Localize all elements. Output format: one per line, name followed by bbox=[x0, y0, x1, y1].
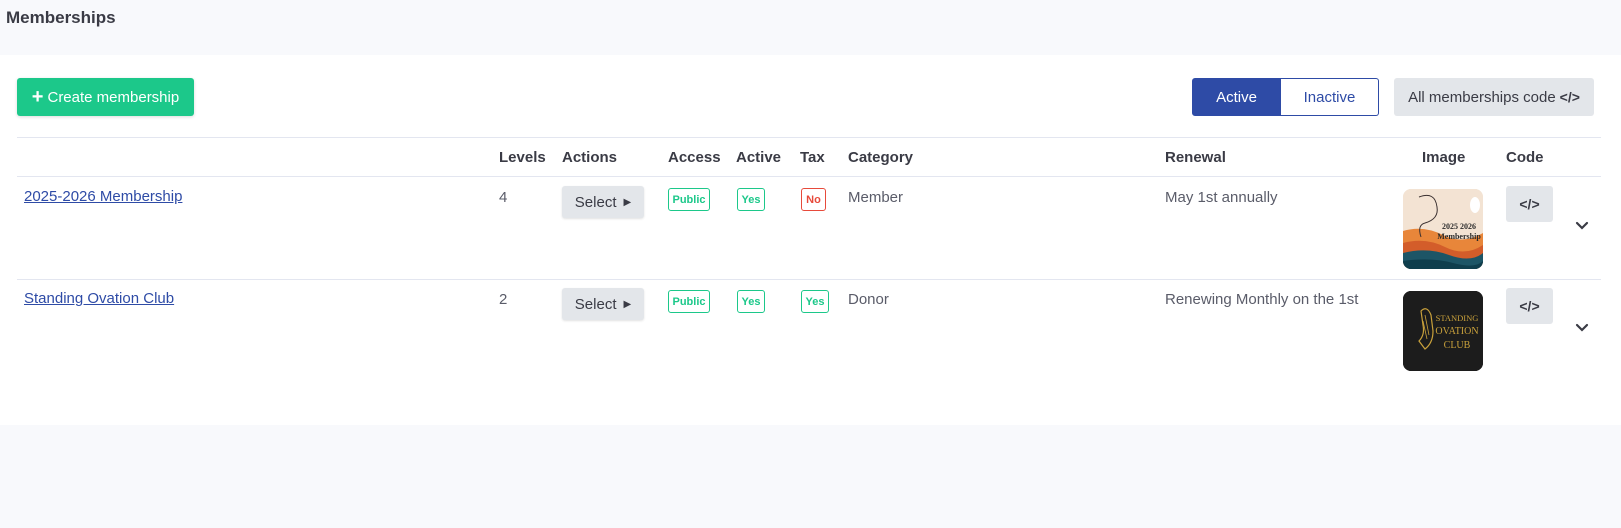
chevron-down-icon[interactable] bbox=[1574, 320, 1590, 336]
thumbnail-line-2: OVATION bbox=[1435, 326, 1478, 337]
membership-name-link[interactable]: Standing Ovation Club bbox=[24, 290, 174, 307]
levels-count: 2 bbox=[499, 291, 508, 308]
all-memberships-code-label: All memberships code bbox=[1408, 88, 1556, 106]
select-label: Select bbox=[574, 193, 617, 211]
thumbnail-line-2: Membership bbox=[1437, 232, 1481, 241]
select-actions-button[interactable]: Select ▶ bbox=[562, 186, 644, 218]
thumbnail-line-3: CLUB bbox=[1444, 340, 1471, 351]
membership-thumbnail: 2025 2026 Membership bbox=[1403, 189, 1483, 269]
thumbnail-line-1: 2025 2026 bbox=[1442, 222, 1476, 231]
caret-right-icon: ▶ bbox=[623, 196, 632, 208]
category-text: Donor bbox=[848, 291, 889, 308]
header-image: Image bbox=[1422, 149, 1466, 166]
access-badge: Public bbox=[668, 188, 710, 211]
active-badge: Yes bbox=[737, 290, 765, 313]
membership-thumbnail: STANDING OVATION CLUB bbox=[1403, 291, 1483, 371]
active-badge: Yes bbox=[737, 188, 765, 211]
tax-badge: No bbox=[801, 188, 826, 211]
status-filter-toggle: Active Inactive bbox=[1192, 78, 1379, 116]
filter-inactive-button[interactable]: Inactive bbox=[1281, 78, 1379, 116]
embed-code-button[interactable]: </> bbox=[1506, 288, 1553, 324]
code-icon: </> bbox=[1519, 196, 1540, 212]
caret-right-icon: ▶ bbox=[623, 298, 632, 310]
plus-icon: + bbox=[31, 86, 44, 108]
membership-name-link[interactable]: 2025-2026 Membership bbox=[24, 188, 182, 205]
membership-artwork: STANDING OVATION CLUB bbox=[1403, 291, 1483, 371]
create-membership-label: Create membership bbox=[47, 88, 180, 106]
renewal-text: Renewing Monthly on the 1st bbox=[1165, 291, 1359, 308]
header-active[interactable]: Active bbox=[736, 149, 781, 166]
code-icon: </> bbox=[1519, 298, 1540, 314]
table-row-divider bbox=[17, 279, 1601, 280]
code-icon: </> bbox=[1559, 89, 1580, 105]
filter-active-button[interactable]: Active bbox=[1192, 78, 1281, 116]
thumbnail-line-1: STANDING bbox=[1436, 313, 1479, 323]
header-code: Code bbox=[1506, 149, 1544, 166]
embed-code-button[interactable]: </> bbox=[1506, 186, 1553, 222]
select-actions-button[interactable]: Select ▶ bbox=[562, 288, 644, 320]
levels-count: 4 bbox=[499, 189, 508, 206]
category-text: Member bbox=[848, 189, 904, 206]
header-category[interactable]: Category bbox=[848, 149, 913, 166]
header-renewal[interactable]: Renewal bbox=[1165, 149, 1226, 166]
header-actions[interactable]: Actions bbox=[562, 149, 617, 166]
renewal-text: May 1st annually bbox=[1165, 189, 1278, 206]
table-top-divider bbox=[17, 137, 1601, 138]
chevron-down-icon[interactable] bbox=[1574, 218, 1590, 234]
page-title: Memberships bbox=[6, 8, 116, 27]
select-label: Select bbox=[574, 295, 617, 313]
tax-badge: Yes bbox=[801, 290, 829, 313]
create-membership-button[interactable]: + Create membership bbox=[17, 78, 194, 116]
access-badge: Public bbox=[668, 290, 710, 313]
header-access[interactable]: Access bbox=[668, 149, 721, 166]
header-levels[interactable]: Levels bbox=[499, 149, 546, 166]
header-tax[interactable]: Tax bbox=[800, 149, 825, 166]
table-header-divider bbox=[17, 176, 1601, 177]
all-memberships-code-button[interactable]: All memberships code </> bbox=[1394, 78, 1594, 116]
membership-artwork: 2025 2026 Membership bbox=[1403, 189, 1483, 269]
